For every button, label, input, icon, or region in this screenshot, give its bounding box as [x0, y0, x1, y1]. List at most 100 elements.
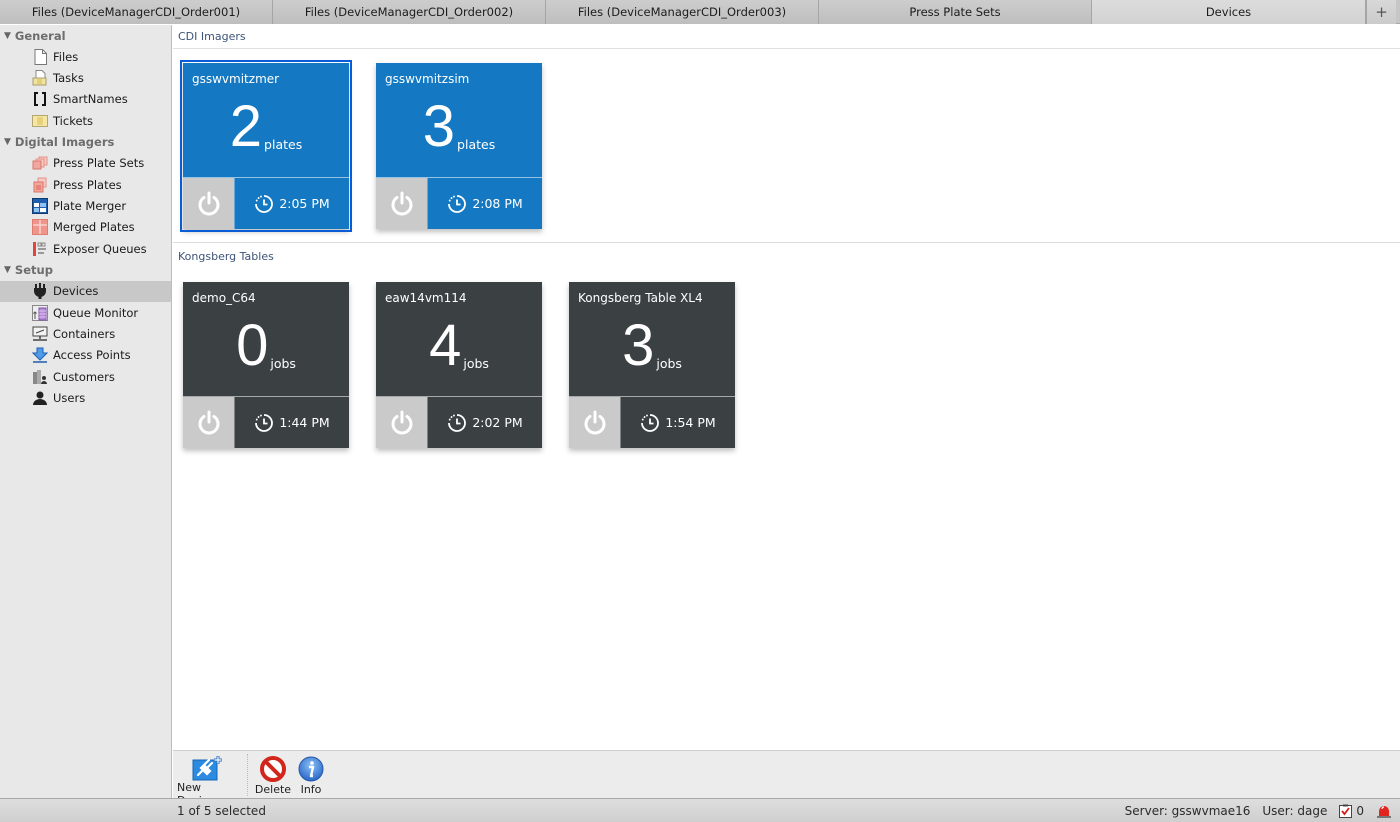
power-icon — [391, 191, 412, 215]
power-button[interactable] — [183, 178, 234, 229]
device-tile[interactable]: Kongsberg Table XL4 3 jobs 1:54 PM — [569, 282, 735, 448]
section-title: Kongsberg Tables — [178, 249, 274, 263]
bottom-toolbar: New Device Delete Info — [173, 750, 1400, 807]
sidebar-item-tasks[interactable]: Tasks — [0, 67, 171, 88]
sidebar-item-devices[interactable]: Devices — [0, 280, 171, 302]
time-text: 2:05 PM — [279, 196, 330, 211]
tab-files-order001[interactable]: Files (DeviceManagerCDI_Order001) — [0, 0, 273, 24]
info-icon — [298, 755, 324, 783]
add-tab-button[interactable]: + — [1366, 0, 1396, 24]
press-plates-icon — [32, 177, 48, 193]
sidebar-item-label: Customers — [53, 369, 115, 384]
sidebar-group-setup[interactable]: ▼ Setup — [0, 260, 171, 281]
disclosure-triangle-icon[interactable]: ▼ — [4, 137, 11, 147]
sidebar-item-smartnames[interactable]: SmartNames — [0, 89, 171, 110]
sidebar-item-press-plate-sets[interactable]: Press Plate Sets — [0, 153, 171, 174]
count-value: 0 — [236, 313, 269, 378]
sidebar-item-label: SmartNames — [53, 92, 128, 107]
clock-icon — [255, 194, 274, 213]
sidebar-item-label: Plate Merger — [53, 199, 127, 214]
alert-beacon-icon[interactable] — [1376, 804, 1392, 818]
sidebar-item-label: Exposer Queues — [53, 241, 147, 256]
section-title: CDI Imagers — [173, 25, 1400, 49]
sidebar-item-users[interactable]: Users — [0, 387, 171, 408]
time-text: 2:02 PM — [472, 415, 523, 430]
count-unit: plates — [264, 137, 303, 152]
time-text: 1:44 PM — [279, 415, 330, 430]
device-count: 3 jobs — [569, 316, 735, 376]
tab-devices[interactable]: Devices — [1092, 0, 1366, 24]
disclosure-triangle-icon[interactable]: ▼ — [4, 31, 11, 41]
clock-icon — [448, 413, 467, 432]
device-name: Kongsberg Table XL4 — [578, 291, 703, 305]
merged-plates-icon — [32, 219, 48, 236]
clock-icon — [641, 413, 660, 432]
tab-files-order003[interactable]: Files (DeviceManagerCDI_Order003) — [546, 0, 819, 24]
sidebar-item-label: Users — [53, 391, 86, 406]
server-status: Server: gsswvmae16 — [1124, 803, 1251, 818]
queue-monitor-icon — [32, 304, 48, 321]
info-button[interactable]: Info — [298, 751, 324, 799]
sidebar-item-merged-plates[interactable]: Merged Plates — [0, 217, 171, 238]
tab-press-plate-sets[interactable]: Press Plate Sets — [819, 0, 1092, 24]
sidebar-item-containers[interactable]: Containers — [0, 323, 171, 344]
sidebar-group-label: Digital Imagers — [14, 135, 115, 150]
device-name: eaw14vm114 — [385, 291, 467, 305]
delete-button[interactable]: Delete — [254, 751, 292, 799]
user-icon — [32, 390, 48, 406]
new-device-button[interactable]: New Device — [177, 751, 239, 807]
plate-merger-icon — [32, 198, 48, 215]
time-text: 1:54 PM — [665, 415, 716, 430]
brackets-icon — [32, 91, 48, 107]
section-kongsberg-tables: Kongsberg Tables demo_C64 0 jobs 1:44 PM — [173, 244, 1400, 448]
sidebar-item-label: Queue Monitor — [53, 305, 139, 320]
sidebar-item-plate-merger[interactable]: Plate Merger — [0, 195, 171, 216]
power-button[interactable] — [376, 397, 427, 448]
ticket-icon — [32, 113, 48, 129]
power-button[interactable] — [376, 178, 427, 229]
task-clipboard-icon — [1339, 804, 1353, 818]
new-device-icon — [192, 755, 224, 781]
sidebar-item-queue-monitor[interactable]: Queue Monitor — [0, 302, 171, 323]
sidebar-item-customers[interactable]: Customers — [0, 366, 171, 387]
last-update-time: 2:02 PM — [427, 397, 542, 448]
count-unit: jobs — [270, 356, 296, 371]
last-update-time: 1:54 PM — [620, 397, 735, 448]
sidebar-group-digital-imagers[interactable]: ▼ Digital Imagers — [0, 132, 171, 153]
device-tile[interactable]: gsswvmitzsim 3 plates 2:08 PM — [376, 63, 542, 229]
sidebar-group-general[interactable]: ▼ General — [0, 25, 171, 46]
sidebar: ▼ General Files Tasks SmartNames Tickets… — [0, 25, 172, 799]
sidebar-item-label: Containers — [53, 326, 116, 341]
tab-bar: Files (DeviceManagerCDI_Order001) Files … — [0, 0, 1400, 24]
clock-icon — [448, 194, 467, 213]
delete-label: Delete — [254, 783, 292, 796]
device-count: 2 plates — [183, 97, 349, 157]
container-icon — [32, 326, 48, 342]
task-count: 0 — [1356, 803, 1364, 818]
sidebar-item-tickets[interactable]: Tickets — [0, 110, 171, 131]
task-indicator[interactable]: 0 — [1339, 804, 1364, 818]
sidebar-item-access-points[interactable]: Access Points — [0, 345, 171, 366]
plate-sets-icon — [32, 155, 48, 171]
power-icon — [198, 410, 219, 434]
last-update-time: 2:08 PM — [427, 178, 542, 229]
power-button[interactable] — [569, 397, 620, 448]
count-value: 4 — [429, 313, 462, 378]
selection-status: 1 of 5 selected — [177, 803, 266, 818]
sidebar-item-exposer-queues[interactable]: Exposer Queues — [0, 238, 171, 259]
device-tile[interactable]: demo_C64 0 jobs 1:44 PM — [183, 282, 349, 448]
user-status: User: dage — [1262, 803, 1328, 818]
device-count: 0 jobs — [183, 316, 349, 376]
device-name: gsswvmitzmer — [192, 72, 280, 86]
disclosure-triangle-icon[interactable]: ▼ — [4, 265, 11, 275]
sidebar-item-press-plates[interactable]: Press Plates — [0, 174, 171, 195]
sidebar-item-label: Merged Plates — [53, 220, 135, 235]
clock-icon — [255, 413, 274, 432]
power-button[interactable] — [183, 397, 234, 448]
tab-files-order002[interactable]: Files (DeviceManagerCDI_Order002) — [273, 0, 546, 24]
device-tile[interactable]: gsswvmitzmer 2 plates 2:05 PM — [180, 60, 352, 232]
sidebar-item-files[interactable]: Files — [0, 46, 171, 67]
status-bar: 1 of 5 selected Server: gsswvmae16 User:… — [0, 798, 1400, 822]
device-tile[interactable]: eaw14vm114 4 jobs 2:02 PM — [376, 282, 542, 448]
toolbar-separator — [247, 754, 248, 796]
